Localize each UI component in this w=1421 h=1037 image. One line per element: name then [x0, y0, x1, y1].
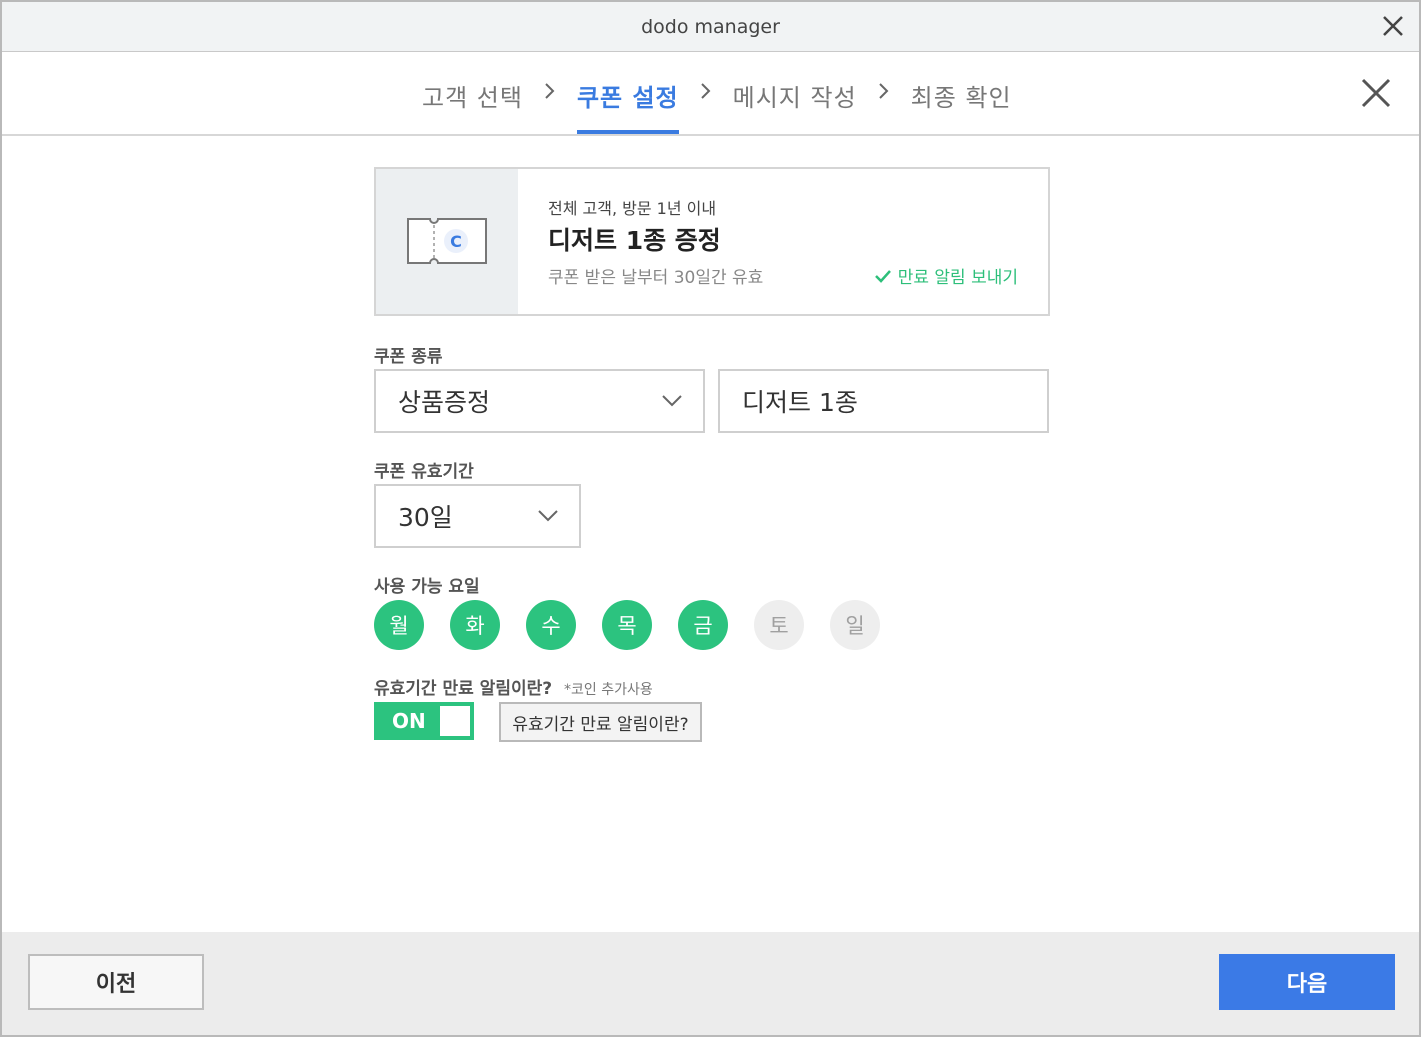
day-wed[interactable]: 수 — [526, 600, 576, 650]
expiry-notice-toggle[interactable]: ON — [374, 702, 474, 740]
day-fri[interactable]: 금 — [678, 600, 728, 650]
check-icon — [874, 269, 891, 283]
coin-usage-note: *코인 추가사용 — [564, 682, 653, 698]
chevron-right-icon — [679, 76, 733, 100]
steps-list: 고객 선택 쿠폰 설정 메시지 작성 최종 확인 — [422, 76, 1012, 136]
chevron-right-icon — [523, 76, 577, 100]
coupon-type-select[interactable]: 상품증정 — [374, 369, 705, 433]
expiry-info-button[interactable]: 유효기간 만료 알림이란? — [499, 702, 702, 742]
day-mon[interactable]: 월 — [374, 600, 424, 650]
validity-period-label: 쿠폰 유효기간 — [374, 462, 474, 482]
step-coupon-settings[interactable]: 쿠폰 설정 — [576, 76, 679, 134]
coupon-icon-letter: C — [450, 232, 462, 251]
day-tue[interactable]: 화 — [450, 600, 500, 650]
notify-label: 만료 알림 보내기 — [897, 268, 1018, 288]
validity-period-value: 30일 — [398, 503, 453, 532]
step-message-compose[interactable]: 메시지 작성 — [733, 76, 857, 134]
coupon-preview-card: C 전체 고객, 방문 1년 이내 디저트 1종 증정 쿠폰 받은 날부터 30… — [374, 167, 1050, 316]
expiry-notice-label: 유효기간 만료 알림이란? — [374, 679, 553, 699]
coupon-target: 전체 고객, 방문 1년 이내 — [548, 199, 717, 218]
dialog-window: dodo manager 고객 선택 쿠폰 설정 메시지 작성 최종 확인 C … — [0, 0, 1421, 1037]
toggle-knob — [440, 706, 470, 736]
footer-bar: 이전 다음 — [2, 932, 1419, 1035]
day-sat[interactable]: 토 — [754, 600, 804, 650]
validity-period-select[interactable]: 30일 — [374, 484, 581, 548]
coupon-type-label: 쿠폰 종류 — [374, 347, 443, 367]
prev-button[interactable]: 이전 — [28, 954, 204, 1010]
coupon-title: 디저트 1종 증정 — [548, 226, 721, 255]
coupon-type-value: 상품증정 — [398, 388, 491, 417]
window-title: dodo manager — [641, 16, 780, 38]
coupon-thumbnail: C — [376, 169, 518, 314]
coupon-item-input[interactable]: 디저트 1종 — [718, 369, 1049, 433]
day-sun[interactable]: 일 — [830, 600, 880, 650]
step-final-confirm[interactable]: 최종 확인 — [911, 76, 1012, 134]
chevron-right-icon — [857, 76, 911, 100]
expiry-notify-status: 만료 알림 보내기 — [874, 263, 1018, 288]
dialog-close-icon[interactable] — [1359, 76, 1393, 110]
day-selector: 월 화 수 목 금 토 일 — [374, 600, 880, 650]
chevron-down-icon — [662, 395, 682, 407]
step-navigation: 고객 선택 쿠폰 설정 메시지 작성 최종 확인 — [2, 52, 1419, 136]
expiry-notice-heading: 유효기간 만료 알림이란? *코인 추가사용 — [374, 674, 653, 699]
coupon-ticket-icon: C — [407, 218, 487, 264]
step-customer-select[interactable]: 고객 선택 — [422, 76, 523, 134]
coupon-validity: 쿠폰 받은 날부터 30일간 유효 — [548, 268, 764, 288]
chevron-down-icon — [538, 510, 558, 522]
window-close-icon[interactable] — [1379, 12, 1407, 40]
toggle-state: ON — [392, 709, 426, 733]
day-thu[interactable]: 목 — [602, 600, 652, 650]
next-button[interactable]: 다음 — [1219, 954, 1395, 1010]
title-bar: dodo manager — [2, 2, 1419, 52]
available-days-label: 사용 가능 요일 — [374, 577, 480, 597]
coupon-item-value: 디저트 1종 — [742, 388, 858, 417]
